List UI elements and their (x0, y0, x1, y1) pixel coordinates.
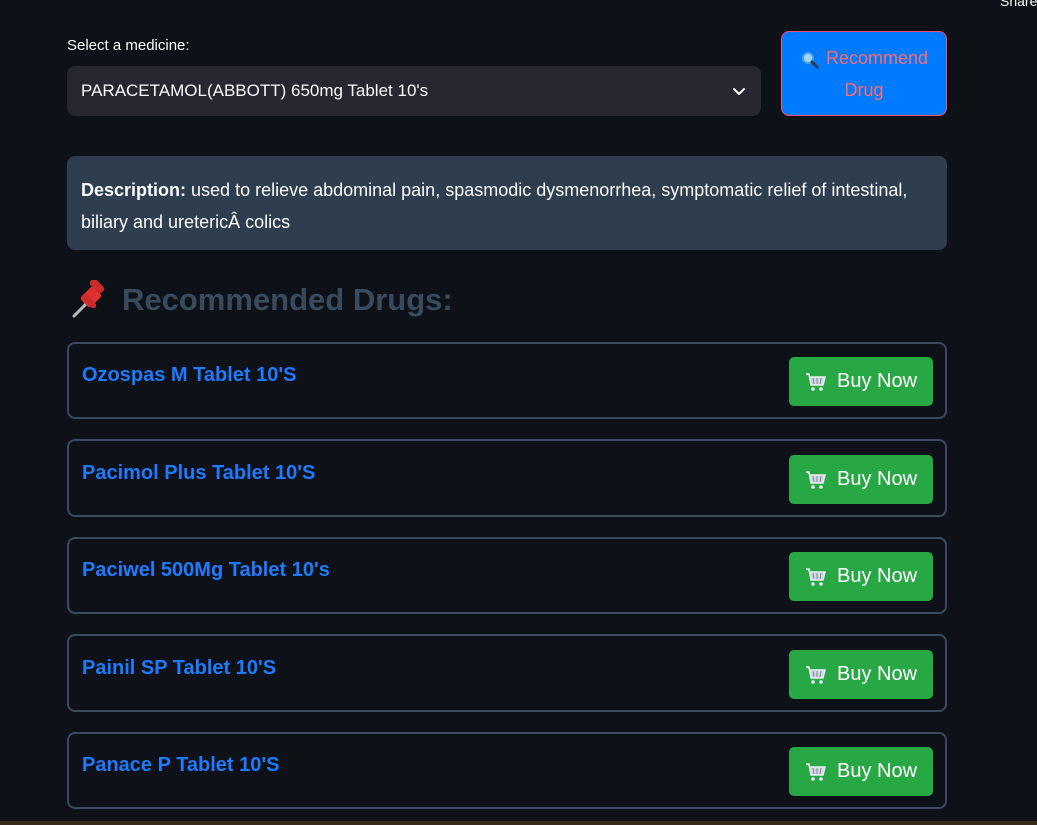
recommended-heading-text: Recommended Drugs: (122, 282, 453, 317)
buy-now-button[interactable]: Buy Now (789, 650, 933, 699)
buy-now-button[interactable]: Buy Now (789, 747, 933, 796)
description-text: used to relieve abdominal pain, spasmodi… (81, 180, 908, 232)
buy-now-label: Buy Now (836, 663, 918, 685)
medicine-select[interactable]: PARACETAMOL(ABBOTT) 650mg Tablet 10's (67, 66, 761, 116)
medicine-select-value: PARACETAMOL(ABBOTT) 650mg Tablet 10's (81, 81, 429, 100)
buy-now-label: Buy Now (836, 370, 918, 392)
bottom-divider (0, 821, 1037, 825)
drug-card: Panace P Tablet 10'S Buy Now (67, 732, 947, 809)
shopping-cart-icon (805, 470, 827, 490)
shopping-cart-icon (805, 665, 827, 685)
drug-card: Ozospas M Tablet 10'S Buy Now (67, 342, 947, 419)
drug-name-link[interactable]: Panace P Tablet 10'S (82, 754, 279, 777)
buy-now-label: Buy Now (836, 760, 918, 782)
recommended-heading: Recommended Drugs: (70, 278, 453, 320)
drug-name-link[interactable]: Pacimol Plus Tablet 10'S (82, 462, 315, 485)
share-link[interactable]: Share (1000, 0, 1037, 9)
drug-card: Paciwel 500Mg Tablet 10's Buy Now (67, 537, 947, 614)
drug-name-link[interactable]: Ozospas M Tablet 10'S (82, 364, 296, 387)
buy-now-label: Buy Now (836, 565, 918, 587)
pin-icon (70, 278, 108, 320)
drug-card: Pacimol Plus Tablet 10'S Buy Now (67, 439, 947, 517)
shopping-cart-icon (805, 372, 827, 392)
drug-name-link[interactable]: Painil SP Tablet 10'S (82, 657, 276, 680)
buy-now-label: Buy Now (836, 468, 918, 490)
drug-card: Painil SP Tablet 10'S Buy Now (67, 634, 947, 712)
chevron-down-icon (731, 83, 747, 99)
buy-now-button[interactable]: Buy Now (789, 552, 933, 601)
app-page: Share Select a medicine: PARACETAMOL(ABB… (0, 0, 1037, 825)
drug-name-link[interactable]: Paciwel 500Mg Tablet 10's (82, 559, 330, 582)
shopping-cart-icon (805, 762, 827, 782)
description-label: Description: (81, 180, 187, 200)
description-box: Description: used to relieve abdominal p… (67, 156, 947, 250)
magnifier-icon (800, 48, 820, 68)
buy-now-button[interactable]: Buy Now (789, 357, 933, 406)
select-label: Select a medicine: (67, 37, 190, 54)
recommend-drug-button[interactable]: Recommend Drug (781, 31, 947, 116)
buy-now-button[interactable]: Buy Now (789, 455, 933, 504)
recommend-button-label-2: Drug (844, 79, 884, 100)
shopping-cart-icon (805, 567, 827, 587)
recommend-button-label-1: Recommend (825, 47, 929, 68)
